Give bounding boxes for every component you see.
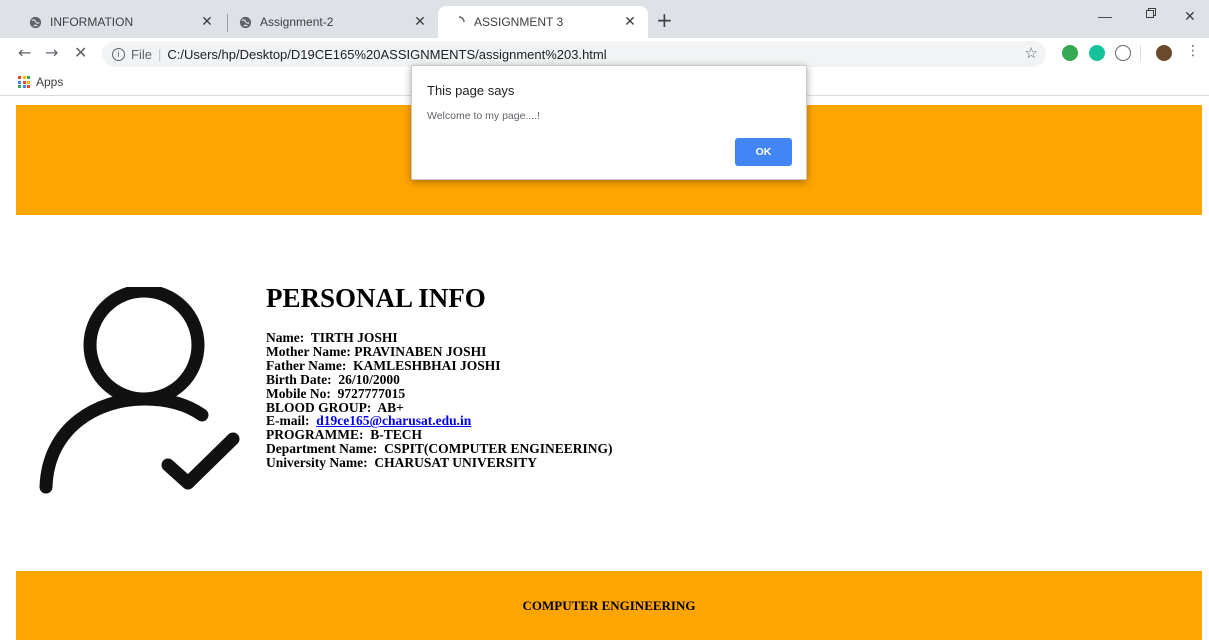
globe-icon bbox=[238, 15, 252, 29]
window-close-icon[interactable]: ✕ bbox=[1184, 8, 1196, 25]
user-check-icon bbox=[38, 284, 243, 497]
stop-icon[interactable]: ✕ bbox=[74, 44, 87, 62]
info-email: E-mail: d19ce165@charusat.edu.in bbox=[266, 413, 472, 429]
minimize-icon[interactable]: — bbox=[1098, 8, 1112, 24]
file-label: File bbox=[131, 46, 152, 62]
toolbar-divider bbox=[1140, 45, 1141, 61]
dialog-message: Welcome to my page....! bbox=[427, 110, 541, 122]
avatar[interactable] bbox=[1156, 45, 1172, 61]
back-icon[interactable]: ← bbox=[18, 44, 31, 62]
dialog-title: This page says bbox=[427, 83, 515, 98]
info-blood-group: BLOOD GROUP: AB+ bbox=[266, 399, 404, 415]
personal-info: PERSONAL INFO Name: TIRTH JOSHI Mother N… bbox=[266, 283, 613, 470]
info-mother-name: Mother Name: PRAVINABEN JOSHI bbox=[266, 343, 487, 359]
apps-label: Apps bbox=[36, 75, 64, 89]
tab-separator bbox=[227, 14, 228, 32]
info-programme: PROGRAMME: B-TECH bbox=[266, 427, 422, 443]
info-father-name: Father Name: KAMLESHBHAI JOSHI bbox=[266, 357, 501, 373]
forward-icon[interactable]: → bbox=[45, 44, 58, 62]
close-icon[interactable]: ✕ bbox=[412, 13, 428, 29]
menu-icon[interactable]: ⋮ bbox=[1186, 43, 1200, 59]
email-link[interactable]: d19ce165@charusat.edu.in bbox=[316, 413, 471, 428]
info-birth-date: Birth Date: 26/10/2000 bbox=[266, 371, 400, 387]
shield-extension-icon[interactable] bbox=[1062, 45, 1078, 61]
footer-text: COMPUTER ENGINEERING bbox=[522, 597, 696, 613]
close-icon[interactable]: ✕ bbox=[622, 13, 638, 29]
alert-dialog: This page says Welcome to my page....! O… bbox=[411, 65, 807, 180]
restore-icon[interactable] bbox=[1145, 6, 1157, 22]
close-icon[interactable]: ✕ bbox=[199, 13, 215, 29]
globe-icon bbox=[28, 15, 42, 29]
apps-bookmark[interactable]: Apps bbox=[18, 75, 63, 89]
loading-icon bbox=[452, 15, 466, 29]
ok-button[interactable]: OK bbox=[735, 138, 792, 166]
new-tab-icon[interactable]: + bbox=[656, 10, 673, 30]
url-text: C:/Users/hp/Desktop/D19CE165%20ASSIGNMEN… bbox=[167, 46, 607, 62]
page-title: PERSONAL INFO bbox=[266, 283, 486, 313]
info-name: Name: TIRTH JOSHI bbox=[266, 330, 398, 345]
tab-information[interactable]: INFORMATION ✕ bbox=[10, 6, 225, 38]
tab-title: ASSIGNMENT 3 bbox=[474, 15, 564, 29]
divider: | bbox=[157, 46, 162, 62]
grammarly-extension-icon[interactable] bbox=[1089, 45, 1105, 61]
tab-title: Assignment-2 bbox=[260, 15, 334, 29]
apps-grid-icon bbox=[18, 76, 30, 88]
tab-assignment-2[interactable]: Assignment-2 ✕ bbox=[230, 6, 438, 38]
address-bar[interactable]: i File | C:/Users/hp/Desktop/D19CE165%20… bbox=[102, 41, 1046, 67]
info-icon[interactable]: i bbox=[112, 47, 125, 61]
info-mobile: Mobile No: 9727777015 bbox=[266, 385, 406, 401]
tab-assignment-3[interactable]: ASSIGNMENT 3 ✕ bbox=[438, 6, 648, 38]
tab-strip: INFORMATION ✕ Assignment-2 ✕ ASSIGNMENT … bbox=[0, 0, 1209, 38]
tab-title: INFORMATION bbox=[50, 15, 134, 29]
footer-banner: COMPUTER ENGINEERING bbox=[16, 571, 1202, 640]
info-university: University Name: CHARUSAT UNIVERSITY bbox=[266, 455, 538, 471]
speedometer-extension-icon[interactable] bbox=[1115, 45, 1131, 61]
star-icon[interactable]: ☆ bbox=[1025, 44, 1038, 62]
info-department: Department Name: CSPIT(COMPUTER ENGINEER… bbox=[266, 441, 613, 457]
